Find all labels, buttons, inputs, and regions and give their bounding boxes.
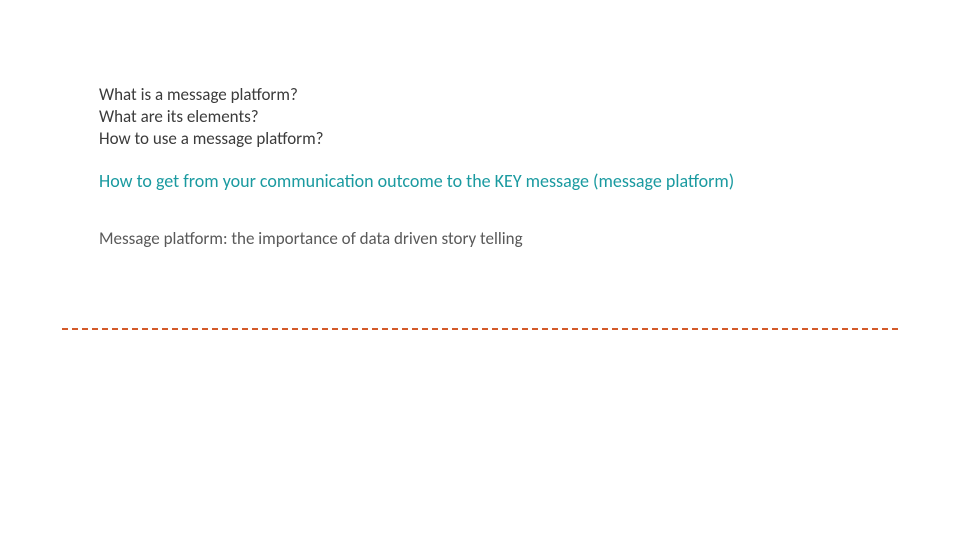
dashed-divider: [62, 328, 898, 330]
highlight-line: How to get from your communication outco…: [99, 170, 900, 193]
intro-block: What is a message platform? What are its…: [99, 84, 900, 149]
intro-line-3: How to use a message platform?: [99, 128, 900, 150]
intro-line-2: What are its elements?: [99, 106, 900, 128]
slide: What is a message platform? What are its…: [0, 0, 960, 540]
sub-line: Message platform: the importance of data…: [99, 228, 900, 250]
intro-line-1: What is a message platform?: [99, 84, 900, 106]
